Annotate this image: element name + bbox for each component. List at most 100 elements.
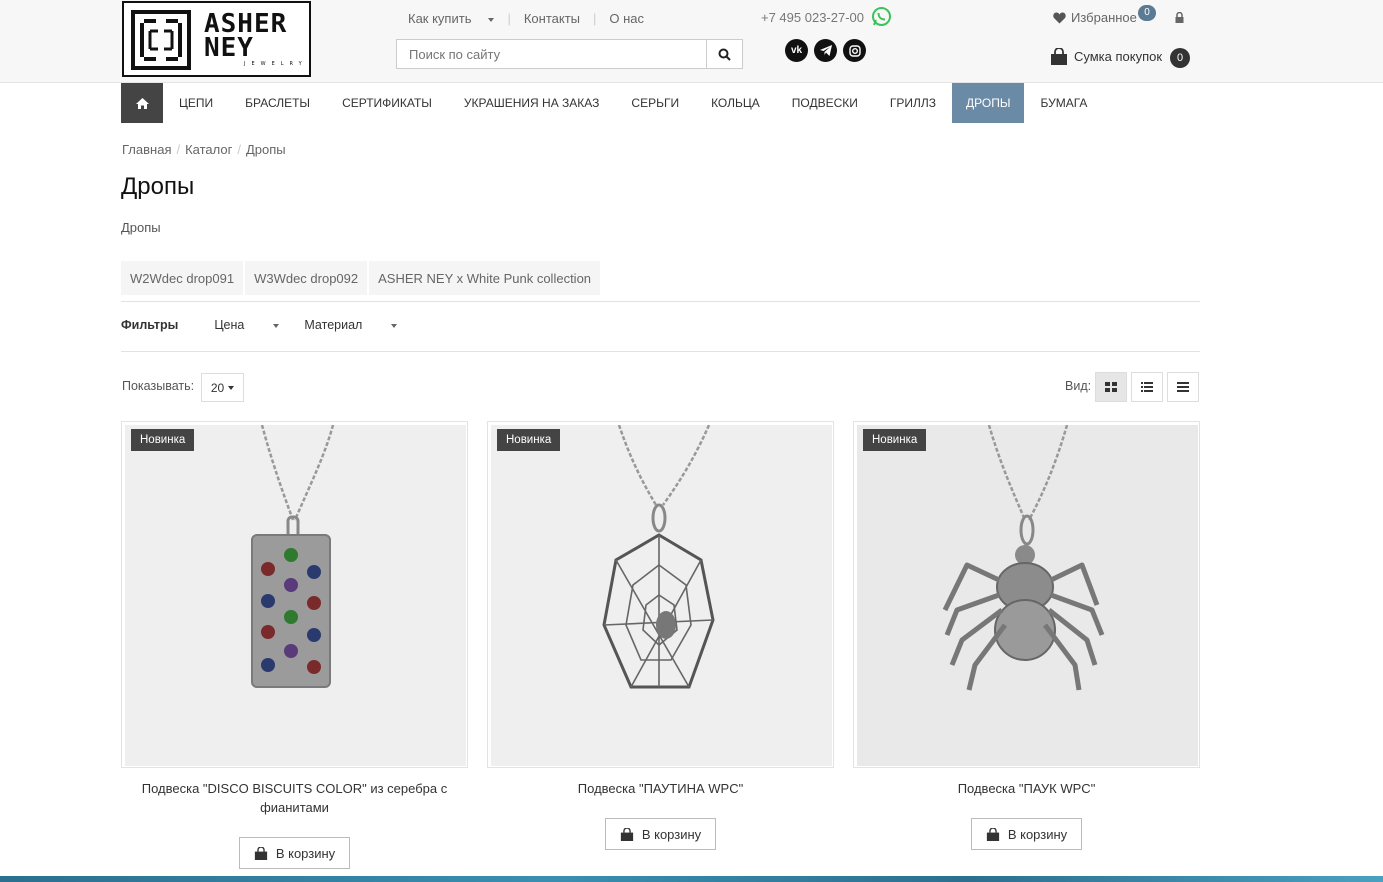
view-grid-button[interactable] [1095, 372, 1127, 402]
shopping-bag-icon [620, 827, 633, 841]
filter-material-label: Материал [304, 318, 363, 332]
add-to-cart-button[interactable]: В корзину [605, 818, 716, 850]
divider [121, 351, 1200, 352]
view-list-button[interactable] [1131, 372, 1163, 402]
view-label: Вид: [1065, 379, 1092, 393]
chevron-down-icon [488, 17, 495, 22]
cart-count-badge: 0 [1170, 48, 1190, 68]
product-image[interactable] [491, 425, 832, 766]
breadcrumb-current: Дропы [246, 142, 286, 157]
shopping-bag-icon [1051, 48, 1067, 65]
favorites-link[interactable]: Избранное [1053, 10, 1137, 25]
top-navigation: Как купить | Контакты | О нас [408, 11, 657, 26]
show-count-select[interactable]: 20 [201, 373, 244, 402]
logo-emblem-icon [131, 10, 191, 70]
nav-how-to-buy-label: Как купить [408, 11, 472, 26]
show-count-value: 20 [210, 380, 225, 395]
filter-price[interactable]: Цена [214, 318, 280, 332]
menu-item-chains[interactable]: ЦЕПИ [163, 83, 229, 123]
search-box [396, 39, 743, 69]
add-to-cart-button[interactable]: В корзину [239, 837, 350, 869]
favorites-label: Избранное [1071, 10, 1137, 25]
subcategory-tags: W2Wdec drop091 W3Wdec drop092 ASHER NEY … [121, 261, 601, 295]
menu-home-button[interactable] [121, 83, 163, 123]
list-icon [1141, 382, 1153, 392]
breadcrumb-home[interactable]: Главная [122, 142, 171, 157]
page-subtitle: Дропы [121, 220, 161, 235]
page-title: Дропы [121, 173, 195, 200]
nav-divider: | [593, 11, 597, 26]
compact-list-icon [1177, 382, 1189, 392]
nav-how-to-buy[interactable]: Как купить [408, 11, 507, 26]
grid-icon [1105, 382, 1117, 392]
bottom-bar [0, 876, 1383, 882]
menu-item-custom-jewelry[interactable]: УКРАШЕНИЯ НА ЗАКАЗ [448, 83, 615, 123]
menu-item-bracelets[interactable]: БРАСЛЕТЫ [229, 83, 326, 123]
instagram-icon[interactable] [843, 39, 866, 62]
phone-number[interactable]: +7 495 023-27-00 [761, 10, 864, 25]
menu-item-drops[interactable]: ДРОПЫ [952, 83, 1025, 123]
new-badge: Новинка [497, 429, 561, 451]
logo-subtext: JEWELRY [244, 61, 308, 67]
nav-contacts[interactable]: Контакты [524, 11, 593, 26]
menu-item-grillz[interactable]: ГРИЛЛЗ [874, 83, 952, 123]
product-image[interactable] [857, 425, 1198, 766]
add-to-cart-button[interactable]: В корзину [971, 818, 1082, 850]
home-icon [135, 97, 149, 109]
heart-icon [1053, 12, 1066, 23]
product-card[interactable]: Новинка [121, 421, 468, 768]
breadcrumb-separator: / [237, 142, 241, 157]
brand-logo[interactable]: ASHER NEY JEWELRY [122, 1, 311, 77]
filter-material[interactable]: Материал [304, 318, 398, 332]
filters-label: Фильтры [121, 318, 179, 332]
product-name[interactable]: Подвеска "ПАУТИНА WPC" [487, 779, 834, 798]
breadcrumb: Главная / Каталог / Дропы [122, 142, 286, 157]
product-name[interactable]: Подвеска "ПАУК WPC" [853, 779, 1200, 798]
menu-item-earrings[interactable]: СЕРЬГИ [615, 83, 695, 123]
tag-item[interactable]: W2Wdec drop091 [121, 261, 244, 295]
chevron-down-icon [228, 385, 235, 390]
breadcrumb-catalog[interactable]: Каталог [185, 142, 232, 157]
logo-text-line2: NEY [204, 33, 254, 63]
vk-icon[interactable]: vk [785, 39, 808, 62]
product-card[interactable]: Новинка [487, 421, 834, 768]
nav-divider: | [507, 11, 511, 26]
search-icon [718, 48, 731, 61]
menu-item-pendants[interactable]: ПОДВЕСКИ [776, 83, 874, 123]
nav-about[interactable]: О нас [609, 11, 657, 26]
view-compact-button[interactable] [1167, 372, 1199, 402]
filters-bar: Фильтры Цена Материал [121, 318, 422, 332]
cart-link[interactable]: Сумка покупок [1050, 48, 1162, 65]
new-badge: Новинка [131, 429, 195, 451]
menu-item-certificates[interactable]: СЕРТИФИКАТЫ [326, 83, 448, 123]
pendant-image [602, 425, 715, 689]
pendant-image [942, 425, 1105, 691]
show-count-label: Показывать: [122, 379, 195, 393]
new-badge: Новинка [863, 429, 927, 451]
chevron-down-icon [273, 323, 280, 328]
divider [121, 301, 1200, 302]
add-to-cart-label: В корзину [641, 826, 702, 842]
favorites-count-badge: 0 [1138, 5, 1156, 21]
lock-icon[interactable] [1175, 12, 1184, 23]
menu-item-rings[interactable]: КОЛЬЦА [695, 83, 776, 123]
tag-item[interactable]: ASHER NEY x White Punk collection [369, 261, 601, 295]
shopping-bag-icon [254, 846, 267, 860]
product-image[interactable] [125, 425, 466, 766]
search-input[interactable] [397, 40, 707, 68]
filter-price-label: Цена [214, 318, 245, 332]
product-name[interactable]: Подвеска "DISCO BISCUITS COLOR" из сереб… [121, 779, 468, 817]
whatsapp-icon[interactable] [871, 6, 892, 27]
chevron-down-icon [391, 323, 398, 328]
tag-item[interactable]: W3Wdec drop092 [245, 261, 368, 295]
search-button[interactable] [706, 40, 742, 68]
add-to-cart-label: В корзину [275, 845, 336, 861]
shopping-bag-icon [986, 827, 999, 841]
cart-label: Сумка покупок [1074, 49, 1163, 64]
telegram-icon[interactable] [814, 39, 837, 62]
add-to-cart-label: В корзину [1007, 826, 1068, 842]
menu-item-paper[interactable]: БУМАГА [1024, 83, 1103, 123]
pendant-image [251, 425, 335, 688]
product-card[interactable]: Новинка [853, 421, 1200, 768]
social-links: vk [785, 39, 866, 62]
